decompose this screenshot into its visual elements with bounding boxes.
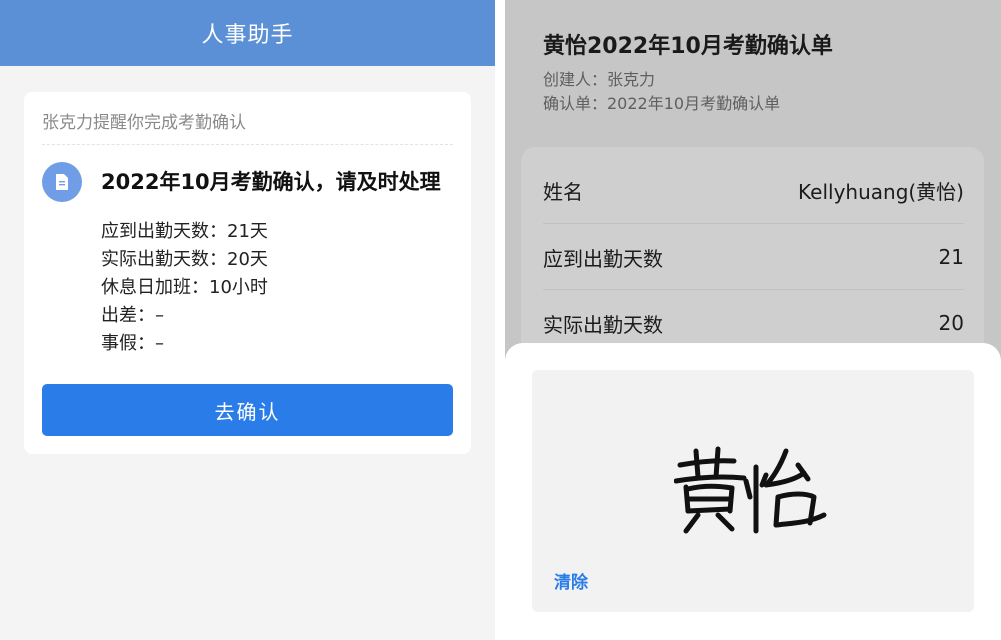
document-icon — [42, 162, 82, 202]
message-title: 2022年10月考勤确认，请及时处理 — [101, 170, 441, 194]
clear-signature-button[interactable]: 清除 — [554, 568, 588, 593]
info-label: 姓名 — [543, 179, 583, 204]
attendance-message-card: 张克力提醒你完成考勤确认 2022年10月考勤确认，请及时处理 应到出勤天数：2… — [24, 92, 471, 454]
panel-separator — [495, 0, 505, 640]
sender-reminder: 张克力提醒你完成考勤确认 — [42, 113, 246, 133]
info-label: 实际出勤天数 — [543, 312, 663, 337]
handwritten-signature — [674, 446, 827, 534]
detail-personal-leave: 事假：– — [101, 333, 164, 354]
go-confirm-button[interactable]: 去确认 — [42, 384, 453, 436]
info-value: Kellyhuang(黄怡) — [798, 179, 964, 204]
detail-actual-days: 实际出勤天数：20天 — [101, 249, 268, 270]
form-meta: 创建人：张克力 确认单：2022年10月考勤确认单 — [543, 68, 780, 116]
page-title: 人事助手 — [201, 23, 294, 48]
hr-assistant-panel: 人事助手 张克力提醒你完成考勤确认 2022年10月考勤确认，请及时处理 应到出… — [0, 0, 495, 640]
creator-line: 创建人：张克力 — [543, 70, 656, 89]
attendance-details: 应到出勤天数：21天 实际出勤天数：20天 休息日加班：10小时 出差：– 事假… — [101, 218, 268, 358]
info-row-name: 姓名 Kellyhuang(黄怡) — [543, 157, 964, 223]
form-name-line: 确认单：2022年10月考勤确认单 — [543, 94, 781, 113]
divider — [42, 144, 453, 145]
info-value: 20 — [938, 311, 964, 335]
page-header: 人事助手 — [0, 0, 495, 66]
detail-required-days: 应到出勤天数：21天 — [101, 221, 268, 242]
info-value: 21 — [938, 245, 964, 269]
detail-overtime: 休息日加班：10小时 — [101, 277, 268, 298]
info-row-required-days: 应到出勤天数 21 — [543, 223, 964, 290]
signature-pad[interactable]: 清除 — [532, 370, 974, 612]
form-title: 黄怡2022年10月考勤确认单 — [543, 34, 833, 59]
detail-business-trip: 出差：– — [101, 305, 164, 326]
signature-sheet: 清除 — [505, 343, 1001, 640]
info-label: 应到出勤天数 — [543, 246, 663, 271]
